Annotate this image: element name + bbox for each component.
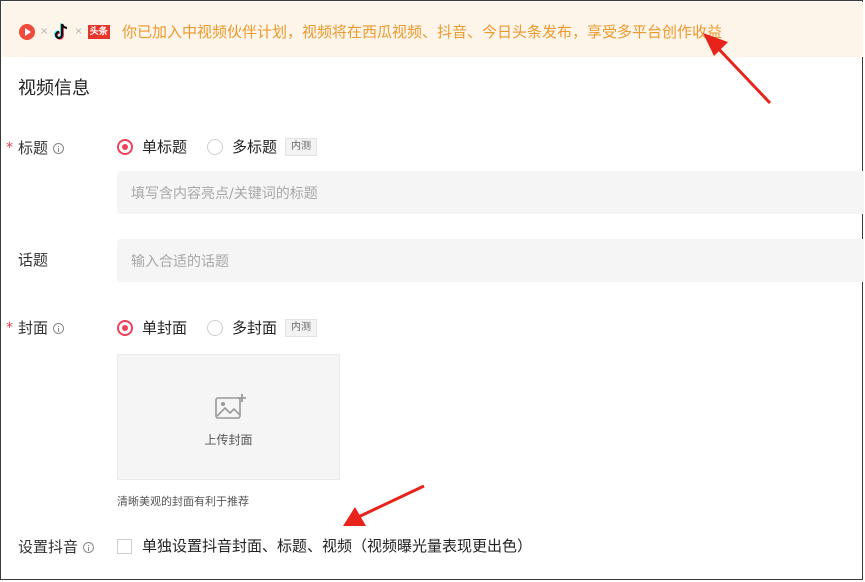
section-title: 视频信息 <box>18 78 90 99</box>
douyin-icon <box>54 23 68 40</box>
single-cover-radio[interactable] <box>117 320 133 336</box>
title-label: 标题 <box>18 138 65 158</box>
separator-x: × <box>40 26 49 37</box>
toutiao-icon: 头条 <box>87 25 110 39</box>
douyin-setting-label: 设置抖音 <box>18 537 95 557</box>
title-mode-group: 单标题 多标题 内测 <box>117 137 318 157</box>
cover-mode-group: 单封面 多封面 内测 <box>117 318 318 338</box>
multi-cover-label[interactable]: 多封面 <box>232 318 277 338</box>
separator-x: × <box>74 26 83 37</box>
platform-logos: × × 头条 <box>19 22 110 42</box>
title-label-text: 标题 <box>18 139 49 157</box>
cover-label: 封面 <box>18 318 65 338</box>
single-cover-label[interactable]: 单封面 <box>142 318 187 338</box>
douyin-setting-checkbox[interactable] <box>117 539 132 554</box>
cover-hint: 清晰美观的封面有利于推荐 <box>117 495 249 508</box>
required-mark: * <box>6 140 13 156</box>
douyin-setting-checkbox-label[interactable]: 单独设置抖音封面、标题、视频（视频曝光量表现更出色） <box>142 536 532 556</box>
multi-title-radio[interactable] <box>207 139 224 155</box>
info-icon[interactable] <box>53 322 65 334</box>
multi-cover-radio[interactable] <box>207 320 224 336</box>
xigua-video-icon <box>19 24 35 40</box>
cover-label-text: 封面 <box>18 319 49 337</box>
banner-text: 你已加入中视频伙伴计划，视频将在西瓜视频、抖音、今日头条发布，享受多平台创作收益 <box>122 23 723 41</box>
topic-input[interactable]: 输入合适的话题 <box>117 239 864 282</box>
topic-label-text: 话题 <box>18 251 49 269</box>
title-input-placeholder: 填写含内容亮点/关键词的标题 <box>131 185 318 202</box>
multi-title-label[interactable]: 多标题 <box>232 137 277 157</box>
beta-badge: 内测 <box>285 138 318 156</box>
topic-label: 话题 <box>18 250 48 270</box>
single-title-label[interactable]: 单标题 <box>142 137 187 157</box>
topic-input-placeholder: 输入合适的话题 <box>131 253 229 270</box>
upload-cover-label: 上传封面 <box>204 433 253 447</box>
upload-cover-button[interactable]: 上传封面 <box>117 354 340 480</box>
single-title-radio[interactable] <box>117 139 133 155</box>
info-icon[interactable] <box>53 142 65 154</box>
douyin-setting-label-text: 设置抖音 <box>18 538 79 556</box>
required-mark: * <box>6 320 13 336</box>
beta-badge: 内测 <box>285 319 318 337</box>
partner-plan-banner: × × 头条 你已加入中视频伙伴计划，视频将在西瓜视频、抖音、今日头条发布，享受… <box>2 2 863 57</box>
page-frame: × × 头条 你已加入中视频伙伴计划，视频将在西瓜视频、抖音、今日头条发布，享受… <box>0 0 864 580</box>
info-icon[interactable] <box>83 541 95 553</box>
title-input[interactable]: 填写含内容亮点/关键词的标题 <box>117 171 864 214</box>
add-image-icon <box>215 394 246 419</box>
